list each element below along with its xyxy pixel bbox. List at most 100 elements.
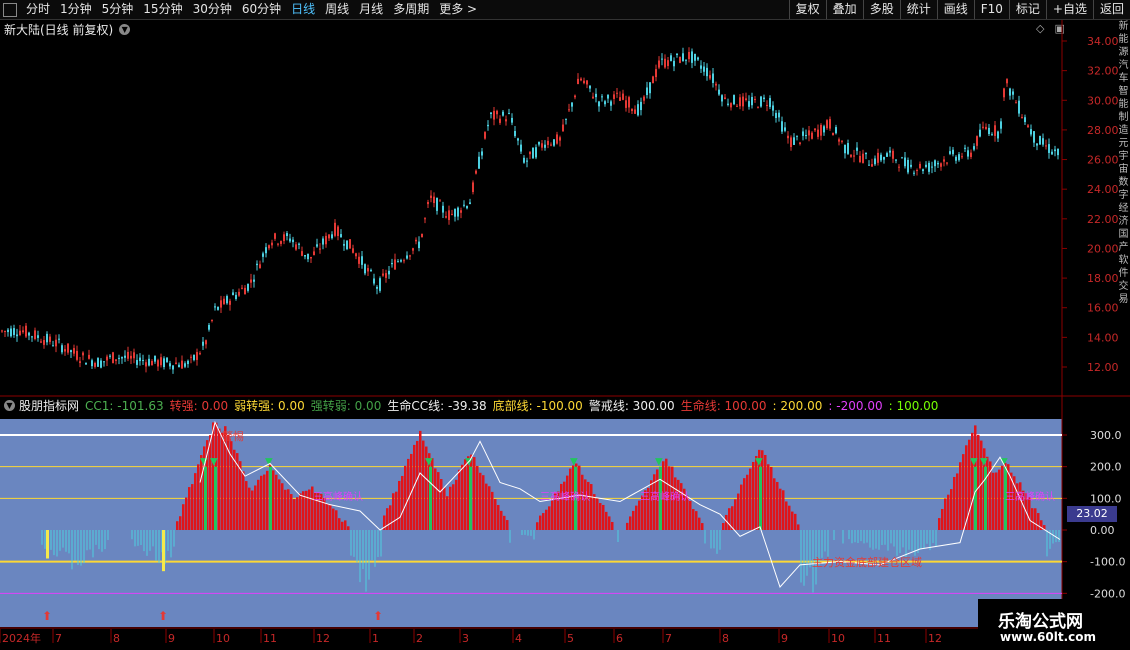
red-bar	[563, 481, 566, 530]
candle-body	[916, 170, 918, 172]
candle-body	[334, 222, 336, 236]
red-bar	[422, 440, 425, 530]
candle-body	[529, 151, 531, 155]
candle-body	[574, 95, 576, 98]
price-tick-label: 22.00	[1087, 213, 1119, 226]
down-arrow-icon: ▼	[210, 457, 218, 468]
candle-body	[373, 278, 375, 284]
candle-body	[229, 300, 231, 305]
candle-body	[901, 157, 903, 159]
red-bar	[503, 515, 506, 530]
candle-body	[130, 355, 132, 359]
candle-body	[226, 296, 228, 304]
candle-body	[514, 130, 516, 137]
pink-annotation: 三高峰确认	[1005, 490, 1055, 503]
candle-body	[1009, 88, 1011, 96]
candle-body	[457, 207, 459, 217]
date-label: 7	[665, 632, 672, 645]
date-label: 1	[372, 632, 379, 645]
red-bar	[386, 508, 389, 530]
candle-body	[826, 120, 828, 129]
candle-body	[157, 360, 159, 367]
candle-body	[667, 60, 669, 66]
candle-body	[22, 330, 24, 333]
candle-body	[682, 53, 684, 61]
red-bar	[788, 505, 791, 530]
red-bar	[794, 513, 797, 530]
candle-body	[1027, 125, 1029, 128]
red-bar	[1037, 513, 1040, 530]
red-bar	[722, 523, 725, 530]
indicator-dropdown-icon[interactable]: ▼	[4, 400, 15, 411]
candle-body	[280, 241, 282, 244]
candle-body	[169, 363, 171, 367]
candle-body	[310, 256, 312, 259]
candle-body	[811, 132, 813, 139]
candle-body	[742, 96, 744, 107]
candle-body	[439, 200, 441, 202]
red-bar	[971, 432, 974, 530]
candle-body	[685, 59, 687, 61]
candle-body	[712, 73, 714, 83]
date-label: 4	[515, 632, 522, 645]
red-bar	[341, 521, 344, 530]
price-tick-label: 30.00	[1087, 94, 1119, 107]
red-bar	[473, 457, 476, 530]
candle-body	[31, 336, 33, 338]
candle-body	[112, 352, 114, 364]
candle-body	[64, 349, 66, 352]
chart-canvas: 34.0032.0030.0028.0026.0024.0022.0020.00…	[0, 20, 1130, 645]
candle-body	[460, 210, 462, 213]
warning-label: 警惕	[222, 429, 244, 443]
candle-body	[199, 353, 201, 355]
indicator-value: 弱转强: 0.00	[234, 399, 305, 413]
candle-body	[643, 96, 645, 101]
candle-body	[79, 361, 81, 363]
green-bar	[204, 466, 207, 530]
date-label: 9	[781, 632, 788, 645]
concept-char: 济	[1118, 216, 1129, 227]
candle-body	[577, 78, 579, 85]
candle-body	[568, 109, 570, 111]
red-bar	[458, 469, 461, 530]
red-bar	[701, 523, 704, 530]
red-bar	[434, 468, 437, 530]
candle-body	[718, 89, 720, 95]
candle-body	[673, 60, 675, 67]
candle-body	[862, 153, 864, 163]
candle-body	[1003, 88, 1005, 98]
indicator-header: ▼ 股朋指标网 CC1: -101.63 转强: 0.00 弱转强: 0.00 强转弱…	[4, 398, 944, 413]
candle-body	[364, 264, 366, 274]
down-arrow-icon: ▼	[980, 457, 988, 468]
red-bar	[278, 479, 281, 530]
candle-body	[481, 151, 483, 156]
red-bar	[599, 503, 602, 530]
candle-body	[535, 147, 537, 158]
candle-body	[637, 104, 639, 116]
indicator-value: CC1: -101.63	[85, 398, 164, 413]
candle-body	[739, 97, 741, 107]
red-bar	[959, 462, 962, 530]
candle-body	[208, 324, 210, 330]
candle-body	[472, 182, 474, 193]
candle-body	[733, 95, 735, 105]
candle-body	[211, 320, 213, 322]
red-bar	[455, 479, 458, 530]
candle-body	[871, 164, 873, 167]
candle-body	[538, 141, 540, 145]
date-label: 10	[831, 632, 845, 645]
right-side-concepts: 新能源汽车智能制造元宇宙数字经济国产软件交易	[1117, 20, 1130, 620]
red-bar	[344, 520, 347, 530]
red-bar	[629, 516, 632, 530]
candle-body	[424, 218, 426, 220]
candle-body	[277, 243, 279, 245]
red-bar	[737, 493, 740, 530]
candle-body	[133, 352, 135, 359]
candle-body	[1048, 144, 1050, 153]
current-value-badge: 23.02	[1067, 506, 1117, 522]
candle-body	[526, 160, 528, 162]
candle-body	[196, 352, 198, 360]
red-bar	[302, 491, 305, 530]
candle-body	[52, 345, 54, 347]
candle-body	[448, 210, 450, 221]
